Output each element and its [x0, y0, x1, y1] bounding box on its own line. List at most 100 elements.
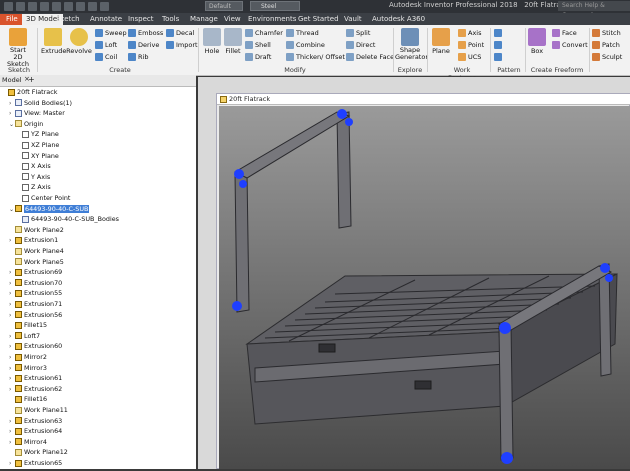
emboss-button[interactable]: Emboss	[128, 29, 163, 37]
tree-node[interactable]: › Extrusion61	[9, 373, 62, 383]
redo-icon[interactable]	[52, 2, 61, 11]
tree-node[interactable]: 64493-90-40-C-SUB_Bodies	[16, 214, 119, 224]
revolve-button[interactable]: Revolve	[66, 28, 92, 55]
tree-node[interactable]: › Mirror4	[9, 437, 47, 447]
tree-node[interactable]: XZ Plane	[16, 140, 59, 150]
fillet-button[interactable]: Fillet	[223, 28, 243, 55]
tree-node[interactable]: Work Plane12	[9, 447, 68, 457]
sweep-button[interactable]: Sweep	[95, 29, 127, 37]
draft-button[interactable]: Draft	[245, 53, 271, 61]
direct-button[interactable]: Direct	[346, 41, 375, 49]
ucs-button[interactable]: UCS	[458, 53, 481, 61]
decal-button[interactable]: Decal	[166, 29, 194, 37]
tree-node[interactable]: › Extrusion1	[9, 235, 58, 245]
tab-vault[interactable]: Vault	[344, 14, 362, 25]
tree-node[interactable]: Work Plane4	[9, 246, 64, 256]
sculpt-button[interactable]: Sculpt	[592, 53, 622, 61]
tree-node[interactable]: › Extrusion69	[9, 267, 62, 277]
derive-button[interactable]: Derive	[128, 41, 159, 49]
document-tab[interactable]: 20ft Flatrack	[217, 94, 630, 105]
combine-button[interactable]: Combine	[286, 41, 325, 49]
tab-file[interactable]: File	[0, 14, 24, 25]
box-button[interactable]: Box	[527, 28, 547, 55]
tree-node[interactable]: › Extrusion56	[9, 310, 62, 320]
tree-node[interactable]: Fillet16	[9, 394, 47, 404]
material-dropdown[interactable]: Default	[205, 1, 243, 11]
tab-manage[interactable]: Manage	[190, 14, 218, 25]
tree-node[interactable]: › Loft7	[9, 331, 40, 341]
tab-view[interactable]: View	[224, 14, 241, 25]
tab-annotate[interactable]: Annotate	[90, 14, 122, 25]
convert-button[interactable]: Convert	[552, 41, 588, 49]
tab-environments[interactable]: Environments	[248, 14, 296, 25]
face-button[interactable]: Face	[552, 29, 577, 37]
new-icon[interactable]	[4, 2, 13, 11]
loft-button[interactable]: Loft	[95, 41, 117, 49]
import-button[interactable]: Import	[166, 41, 198, 49]
axis-button[interactable]: Axis	[458, 29, 482, 37]
thread-button[interactable]: Thread	[286, 29, 319, 37]
tab-autodesk-a360[interactable]: Autodesk A360	[372, 14, 425, 25]
open-icon[interactable]	[16, 2, 25, 11]
3d-viewport[interactable]	[219, 106, 630, 469]
tree-node[interactable]: Work Plane2	[9, 225, 64, 235]
point-button[interactable]: Point	[458, 41, 484, 49]
rectangular-pattern-button[interactable]	[494, 29, 504, 37]
tree-node[interactable]: › Extrusion70	[9, 278, 62, 288]
save-icon[interactable]	[28, 2, 37, 11]
extrude-button[interactable]: Extrude	[41, 28, 66, 55]
tree-node[interactable]: › Extrusion71	[9, 299, 62, 309]
tab-tools[interactable]: Tools	[162, 14, 179, 25]
shape-generator-button[interactable]: Shape Generator	[395, 28, 428, 61]
appearance-dropdown[interactable]: Steel	[250, 1, 300, 11]
tree-node[interactable]: Center Point	[16, 193, 70, 203]
tree-node[interactable]: › Extrusion64	[9, 426, 62, 436]
tab-get-started[interactable]: Get Started	[298, 14, 339, 25]
tree-node[interactable]: Y Axis	[16, 172, 50, 182]
tree-node[interactable]: ⌄ Origin	[9, 119, 43, 129]
tree-node[interactable]: YZ Plane	[16, 129, 59, 139]
stitch-button[interactable]: Stitch	[592, 29, 621, 37]
browser-tab-model[interactable]: Model	[2, 76, 22, 84]
hole-button[interactable]: Hole	[202, 28, 222, 55]
flatrack-model[interactable]	[219, 106, 630, 469]
tree-node[interactable]: Z Axis	[16, 182, 51, 192]
delete-face-button[interactable]: Delete Face	[346, 53, 394, 61]
tree-node[interactable]: Work Plane11	[9, 405, 68, 415]
tree-node[interactable]: › Solid Bodies(1)	[9, 98, 72, 108]
tree-node[interactable]: › Extrusion60	[9, 341, 62, 351]
coil-button[interactable]: Coil	[95, 53, 117, 61]
start-sketch-button[interactable]: Start 2D Sketch	[4, 28, 32, 68]
plane-button[interactable]: Plane	[430, 28, 452, 55]
tree-node[interactable]: ⌄ 64493-90-40-C-SUB	[9, 204, 90, 214]
home-icon[interactable]	[64, 2, 73, 11]
patch-button[interactable]: Patch	[592, 41, 620, 49]
mirror-button[interactable]	[494, 53, 504, 61]
tree-node[interactable]: 20ft Flatrack	[2, 87, 57, 97]
tree-node[interactable]: XY Plane	[16, 151, 59, 161]
update-icon[interactable]	[88, 2, 97, 11]
tree-node[interactable]: › Extrusion55	[9, 288, 62, 298]
undo-icon[interactable]	[40, 2, 49, 11]
add-tab-icon[interactable]: +	[28, 75, 35, 84]
properties-icon[interactable]	[100, 2, 109, 11]
help-search-input[interactable]: Search Help & Commands...	[558, 1, 630, 19]
circular-pattern-button[interactable]	[494, 41, 504, 49]
tree-node[interactable]: Fillet15	[9, 320, 47, 330]
tree-node[interactable]: Work Plane5	[9, 257, 64, 267]
tree-node[interactable]: › Extrusion62	[9, 384, 62, 394]
thicken-offset-button[interactable]: Thicken/ Offset	[286, 53, 345, 61]
tree-node[interactable]: › Extrusion63	[9, 416, 62, 426]
select-icon[interactable]	[76, 2, 85, 11]
tree-node[interactable]: X Axis	[16, 161, 51, 171]
shell-button[interactable]: Shell	[245, 41, 271, 49]
rib-button[interactable]: Rib	[128, 53, 148, 61]
tree-node[interactable]: › Extrusion65	[9, 458, 62, 468]
chamfer-button[interactable]: Chamfer	[245, 29, 283, 37]
split-button[interactable]: Split	[346, 29, 370, 37]
tree-node[interactable]: › View: Master	[9, 108, 65, 118]
tree-node[interactable]: › Mirror3	[9, 363, 47, 373]
tab-sketch[interactable]: Sketch	[56, 14, 80, 25]
tab-inspect[interactable]: Inspect	[128, 14, 154, 25]
tree-node[interactable]: › Mirror2	[9, 352, 47, 362]
